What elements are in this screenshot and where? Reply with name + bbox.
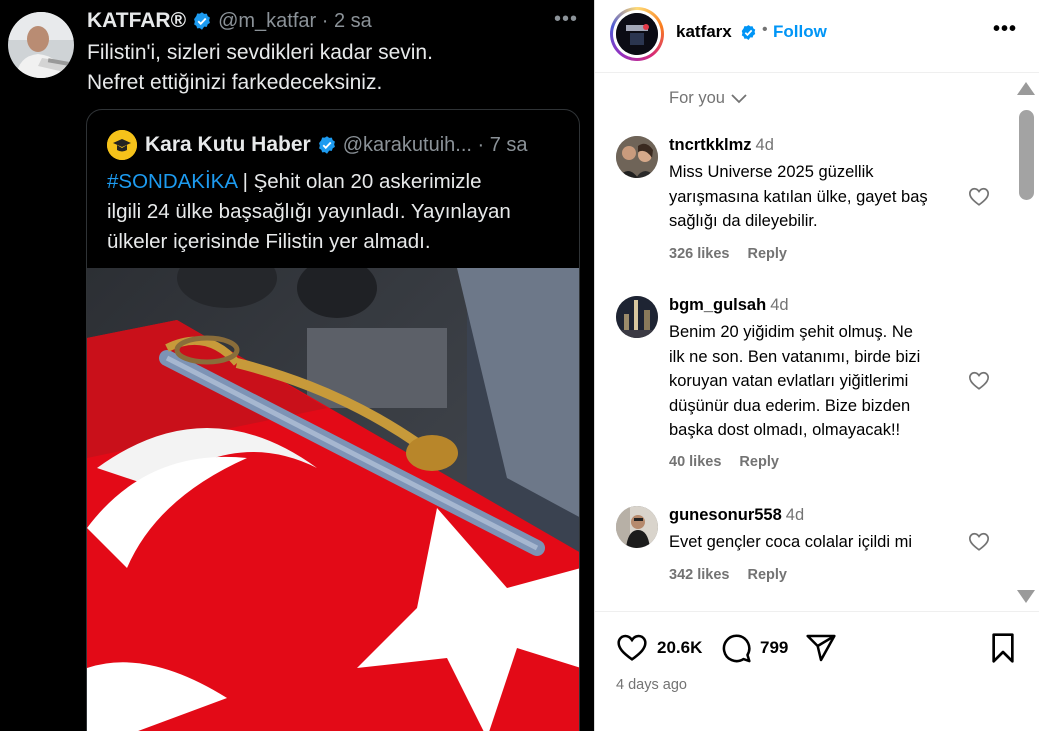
share-icon[interactable] bbox=[805, 632, 837, 664]
comment-meta: 342 likes Reply bbox=[669, 567, 787, 583]
reply-button[interactable]: Reply bbox=[747, 246, 787, 262]
comment-item: tncrtkklmz 4d Miss Universe 2025 güzellik… bbox=[616, 136, 989, 268]
instagram-panel: katfarx • Follow ••• For you tncrtkklmz 4… bbox=[594, 0, 1039, 731]
post-actions-bar: 20.6K 799 4 days ago bbox=[595, 611, 1039, 731]
comment-action: 799 bbox=[720, 632, 788, 664]
quoted-tweet[interactable]: Kara Kutu Haber @karakutuih... · 7 sa #S… bbox=[86, 109, 580, 731]
commenter-username[interactable]: gunesonur558 bbox=[669, 506, 782, 524]
comment-likes[interactable]: 326 likes bbox=[669, 246, 729, 262]
separator-dot: • bbox=[762, 21, 768, 38]
comment-item: bgm_gulsah 4d Benim 20 yiğidim şehit olmu… bbox=[616, 296, 989, 476]
tweet-author-name[interactable]: KATFAR® bbox=[87, 9, 186, 33]
more-options-icon[interactable]: ••• bbox=[993, 18, 1017, 41]
comment-meta: 40 likes Reply bbox=[669, 454, 779, 470]
comment-text-line: başka dost olmadı, olmayacak!! bbox=[669, 421, 901, 439]
comment-text: Benim 20 yiğidim şehit olmuş. Ne ilk ne … bbox=[669, 320, 969, 443]
quote-handle-time: @karakutuih... · 7 sa bbox=[342, 133, 528, 156]
tweet-text: Filistin'i, sizleri sevdikleri kadar sev… bbox=[87, 38, 577, 98]
sort-label: For you bbox=[669, 89, 725, 107]
comment-time: 4d bbox=[785, 506, 805, 524]
follow-button[interactable]: Follow bbox=[773, 22, 827, 42]
news-logo-icon bbox=[107, 130, 137, 160]
more-icon[interactable]: ••• bbox=[554, 8, 578, 31]
save-action bbox=[989, 632, 1017, 664]
like-count[interactable]: 20.6K bbox=[657, 638, 702, 658]
comment-header: bgm_gulsah 4d bbox=[669, 296, 789, 315]
comment-heart-icon[interactable] bbox=[968, 370, 990, 392]
bookmark-icon[interactable] bbox=[989, 632, 1017, 664]
comment-icon[interactable] bbox=[720, 632, 752, 664]
profile-avatar[interactable] bbox=[610, 7, 664, 61]
comment-text-line: ilk ne son. Ben vatanımı, birde bizi bbox=[669, 347, 921, 366]
heart-icon[interactable] bbox=[615, 632, 649, 664]
scrollbar-thumb[interactable] bbox=[1019, 110, 1034, 200]
comment-text: Miss Universe 2025 güzellik yarışmasına … bbox=[669, 160, 969, 234]
comment-time: 4d bbox=[755, 136, 774, 154]
commenter-avatar[interactable] bbox=[616, 136, 658, 178]
flag-coffin-photo[interactable] bbox=[87, 248, 579, 731]
comment-likes[interactable]: 40 likes bbox=[669, 454, 721, 470]
scroll-down-arrow[interactable] bbox=[1017, 590, 1035, 603]
quote-text-segment: | Şehit olan 20 askerimizle bbox=[236, 170, 482, 193]
comment-likes[interactable]: 342 likes bbox=[669, 567, 729, 583]
comment-heart-icon[interactable] bbox=[968, 186, 990, 208]
commenter-avatar[interactable] bbox=[616, 296, 658, 338]
scroll-up-arrow[interactable] bbox=[1017, 82, 1035, 95]
like-action: 20.6K bbox=[615, 632, 702, 664]
verified-badge-icon bbox=[194, 12, 210, 30]
quote-text-line: #SONDAKİKA | Şehit olan 20 askerimizle bbox=[107, 167, 567, 197]
comment-text-line: yarışmasına katılan ülke, gayet baş bbox=[669, 187, 928, 206]
quote-author-name[interactable]: Kara Kutu Haber bbox=[145, 133, 311, 157]
comment-count: 799 bbox=[760, 638, 789, 657]
comment-text-line: Miss Universe 2025 güzellik bbox=[669, 163, 874, 181]
reply-button[interactable]: Reply bbox=[747, 567, 787, 583]
comment-header: gunesonur558 4d bbox=[669, 506, 804, 525]
comment-meta: 326 likes Reply bbox=[669, 246, 787, 262]
post-header: katfarx • Follow ••• bbox=[595, 0, 1039, 73]
verified-badge-icon bbox=[318, 136, 335, 154]
post-username[interactable]: katfarx bbox=[676, 22, 732, 42]
quote-header: Kara Kutu Haber @karakutuih... · 7 sa bbox=[107, 130, 528, 160]
quote-text-line: ülkeler içerisinde Filistin yer almadı. bbox=[107, 230, 431, 253]
commenter-username[interactable]: bgm_gulsah bbox=[669, 296, 766, 314]
comment-time: 4d bbox=[770, 296, 789, 314]
tweet-text-line: Nefret ettiğinizi farkedeceksiniz. bbox=[87, 71, 383, 94]
commenter-username[interactable]: tncrtkklmz bbox=[669, 136, 752, 154]
tweet-header: KATFAR® @m_katfar · 2 sa bbox=[87, 9, 372, 33]
comment-header: tncrtkklmz 4d bbox=[669, 136, 774, 155]
tweet-screenshot: KATFAR® @m_katfar · 2 sa ••• Filistin'i,… bbox=[0, 0, 594, 731]
chevron-down-icon bbox=[731, 93, 747, 103]
comment-text: Evet gençler coca colalar içildi mi bbox=[669, 530, 969, 555]
tweet-text-line: Filistin'i, sizleri sevdikleri kadar sev… bbox=[87, 41, 433, 64]
comment-item: gunesonur558 4d Evet gençler coca colalar… bbox=[616, 506, 989, 586]
post-date: 4 days ago bbox=[616, 677, 687, 693]
quote-text: #SONDAKİKA | Şehit olan 20 askerimizle i… bbox=[107, 167, 567, 257]
comment-sort-dropdown[interactable]: For you bbox=[669, 89, 747, 108]
quote-text-line: ilgili 24 ülke başsağlığı yayınladı. Yay… bbox=[107, 200, 511, 223]
share-action bbox=[805, 632, 837, 664]
comment-text-line: Benim 20 yiğidim şehit olmuş. Ne bbox=[669, 323, 913, 341]
hashtag-link[interactable]: #SONDAKİKA bbox=[107, 170, 237, 193]
comment-text-line: sağlığı da dileyebilir. bbox=[669, 212, 818, 230]
comment-heart-icon[interactable] bbox=[968, 531, 990, 553]
comment-text-line: düşünür dua ederim. Bize bizden bbox=[669, 396, 911, 415]
commenter-avatar[interactable] bbox=[616, 506, 658, 548]
tweet-avatar bbox=[8, 12, 74, 78]
verified-badge-icon bbox=[741, 25, 756, 40]
tweet-handle-time: @m_katfar · 2 sa bbox=[218, 9, 372, 32]
comment-text-line: koruyan vatan evlatları yiğitlerimi bbox=[669, 372, 909, 390]
comment-text-line: Evet gençler coca colalar içildi mi bbox=[669, 533, 913, 551]
reply-button[interactable]: Reply bbox=[739, 454, 779, 470]
